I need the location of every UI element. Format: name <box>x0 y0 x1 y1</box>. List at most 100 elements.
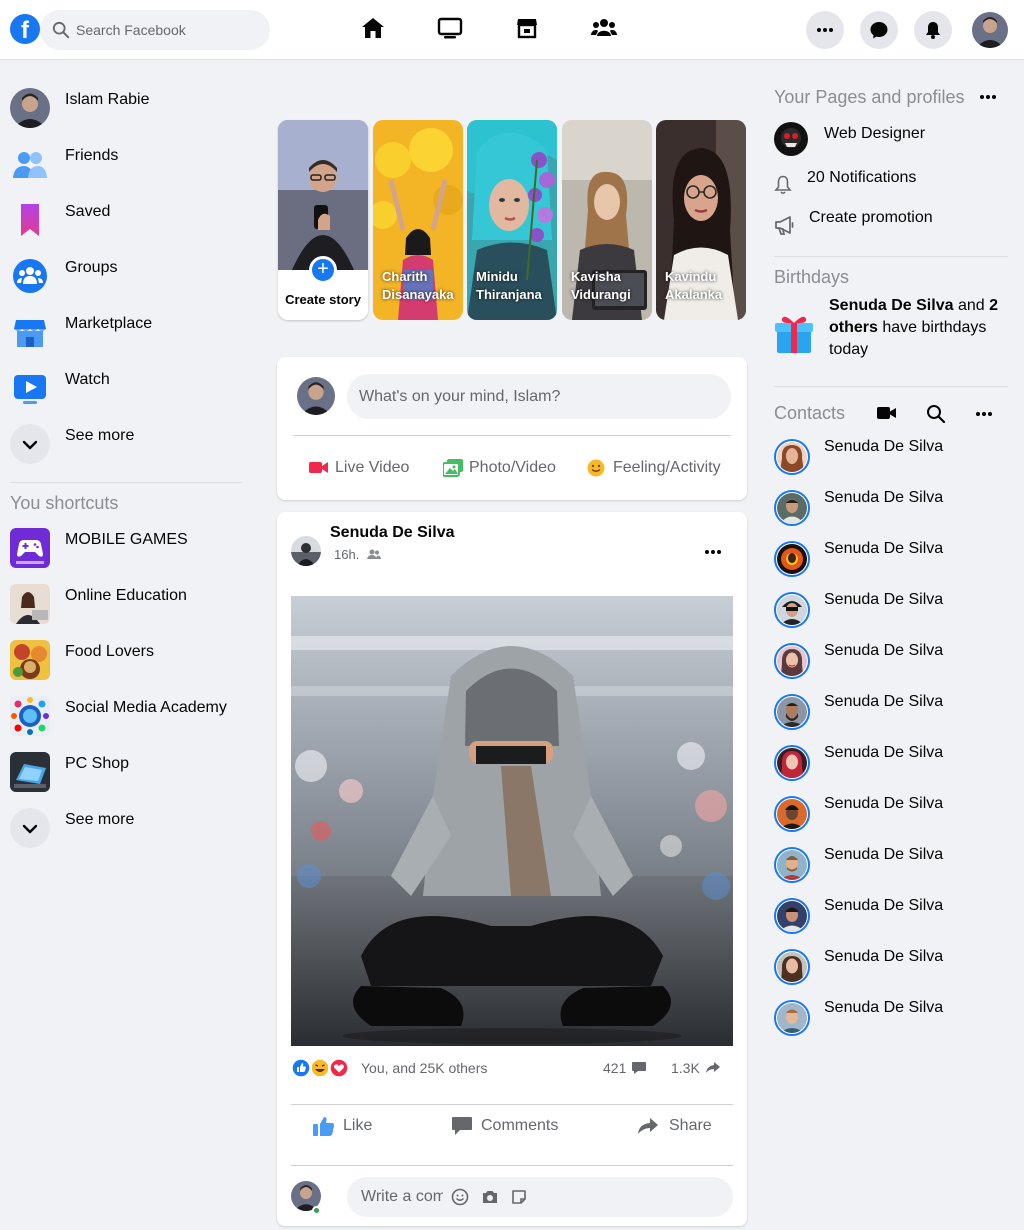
audience-friends-icon[interactable] <box>366 548 381 560</box>
contact-item[interactable]: Senuda De Silva <box>774 540 1004 580</box>
shares-count[interactable]: 1.3K <box>671 1060 700 1076</box>
create-story-photo <box>278 120 368 270</box>
chevron-down-icon <box>22 824 38 834</box>
video-call-icon[interactable] <box>876 404 898 422</box>
page-notifications[interactable]: 20 Notifications <box>774 168 1004 195</box>
pages-options-icon[interactable] <box>978 87 998 107</box>
contact-item[interactable]: Senuda De Silva <box>774 897 1004 937</box>
photo-video-button[interactable]: Photo/Video <box>443 457 563 479</box>
contact-item[interactable]: Senuda De Silva <box>774 795 1004 835</box>
shortcut-label: PC Shop <box>65 755 130 772</box>
post-photo-image <box>291 596 733 1046</box>
contact-item[interactable]: Senuda De Silva <box>774 591 1004 631</box>
groups-icon[interactable] <box>590 14 618 42</box>
sidebar-item-groups[interactable]: Groups <box>10 256 245 296</box>
contact-name: Senuda De Silva <box>824 438 944 455</box>
emoji-icon[interactable] <box>451 1188 469 1206</box>
story-card[interactable]: Kavisha Vidurangi <box>562 120 652 320</box>
shortcut-social-media-academy[interactable]: Social Media Academy <box>10 696 245 736</box>
post-author-avatar[interactable] <box>291 536 321 566</box>
watch-icon <box>14 375 46 404</box>
sidebar-item-saved[interactable]: Saved <box>10 200 245 240</box>
reactions-count-text[interactable]: You, and 25K others <box>361 1060 487 1076</box>
composer-divider <box>293 435 731 436</box>
comment-input[interactable] <box>361 1177 443 1217</box>
shortcut-mobile-games[interactable]: MOBILE GAMES <box>10 528 245 568</box>
create-story-card[interactable]: + Create story <box>278 120 368 320</box>
contact-avatar <box>774 490 810 526</box>
comment-box[interactable] <box>347 1177 733 1217</box>
post-divider <box>291 1104 733 1105</box>
sticker-icon[interactable] <box>510 1188 528 1206</box>
post-photo[interactable] <box>291 596 733 1046</box>
contact-item[interactable]: Senuda De Silva <box>774 489 1004 529</box>
sidebar-item-friends[interactable]: Friends <box>10 144 245 184</box>
create-promotion-button[interactable]: Create promotion <box>774 208 1004 235</box>
shortcut-food-lovers[interactable]: Food Lovers <box>10 640 245 680</box>
home-icon[interactable] <box>359 14 387 42</box>
feeling-activity-button[interactable]: Feeling/Activity <box>587 457 737 479</box>
birthday-person[interactable]: Senuda De Silva <box>829 297 954 314</box>
shortcut-pc-shop[interactable]: PC Shop <box>10 752 245 792</box>
social-media-academy-thumbnail <box>10 696 50 736</box>
notifications-button[interactable] <box>914 11 952 49</box>
contact-name: Senuda De Silva <box>824 999 944 1016</box>
comments-count[interactable]: 421 <box>603 1060 626 1076</box>
post-options-icon[interactable] <box>703 542 723 562</box>
contact-avatar <box>774 1000 810 1036</box>
share-button[interactable]: Share <box>637 1112 727 1142</box>
contact-item[interactable]: Senuda De Silva <box>774 438 1004 478</box>
contact-item[interactable]: Senuda De Silva <box>774 846 1004 886</box>
contact-item[interactable]: Senuda De Silva <box>774 642 1004 682</box>
contacts-options-icon[interactable] <box>974 404 994 424</box>
contact-avatar <box>774 694 810 730</box>
shortcut-online-education[interactable]: Online Education <box>10 584 245 624</box>
profile-avatar <box>10 88 50 128</box>
reaction-icons[interactable] <box>291 1058 351 1078</box>
search-bar[interactable] <box>40 10 270 50</box>
story-card[interactable]: Kavindu Akalanka <box>656 120 746 320</box>
contact-item[interactable]: Senuda De Silva <box>774 948 1004 988</box>
sidebar-item-marketplace[interactable]: Marketplace <box>10 312 245 352</box>
live-video-icon <box>309 462 328 473</box>
camera-icon[interactable] <box>481 1188 499 1206</box>
story-card[interactable]: Minidu Thiranjana <box>467 120 557 320</box>
shortcut-label: Social Media Academy <box>65 699 227 716</box>
post-time[interactable]: 16h. <box>334 547 359 562</box>
facebook-logo[interactable]: f <box>10 14 40 44</box>
post-author-name[interactable]: Senuda De Silva <box>330 524 455 542</box>
menu-button[interactable] <box>806 11 844 49</box>
live-video-button[interactable]: Live Video <box>309 457 424 479</box>
birthday-and: and <box>953 297 990 314</box>
watch-icon[interactable] <box>436 14 464 42</box>
sidebar-see-more[interactable]: See more <box>10 424 245 464</box>
contact-item[interactable]: Senuda De Silva <box>774 744 1004 784</box>
add-story-icon[interactable]: + <box>309 256 337 284</box>
whats-on-your-mind-input[interactable] <box>347 374 731 419</box>
contact-avatar <box>774 643 810 679</box>
shortcuts-see-more[interactable]: See more <box>10 808 245 848</box>
contact-name: Senuda De Silva <box>824 642 944 659</box>
story-card[interactable]: Charith Disanayaka <box>373 120 463 320</box>
sidebar-item-profile[interactable]: Islam Rabie <box>10 88 245 128</box>
marketplace-icon[interactable] <box>513 14 541 42</box>
sidebar-item-watch[interactable]: Watch <box>10 368 245 408</box>
post-meta: 16h. <box>334 547 381 562</box>
contact-name: Senuda De Silva <box>824 897 944 914</box>
page-item-web-designer[interactable]: Web Designer <box>774 122 1004 158</box>
contact-avatar <box>774 949 810 985</box>
account-avatar[interactable] <box>972 12 1008 48</box>
messenger-button[interactable] <box>860 11 898 49</box>
post-divider <box>291 1165 733 1166</box>
see-more-circle <box>10 424 50 464</box>
see-more-label: See more <box>65 427 135 444</box>
contact-item[interactable]: Senuda De Silva <box>774 999 1004 1039</box>
shortcut-label: Food Lovers <box>65 643 154 660</box>
contacts-search-icon[interactable] <box>926 404 946 424</box>
like-button[interactable]: Like <box>313 1112 393 1142</box>
contact-item[interactable]: Senuda De Silva <box>774 693 1004 733</box>
comments-button[interactable]: Comments <box>451 1112 571 1142</box>
birthdays-title: Birthdays <box>774 267 850 287</box>
shortcut-label: MOBILE GAMES <box>65 531 188 548</box>
search-input[interactable] <box>76 10 256 50</box>
